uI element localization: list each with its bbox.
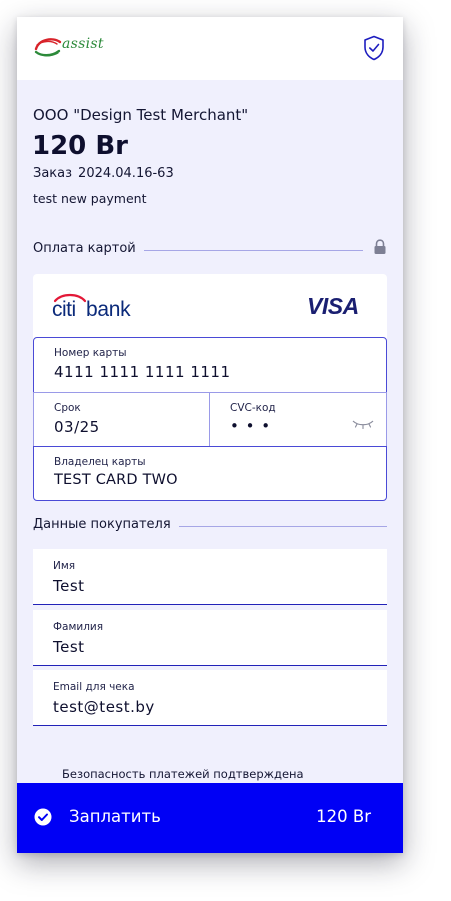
order-description: test new payment — [33, 191, 147, 206]
card-section-title: Оплата картой — [33, 241, 144, 256]
shield-check-icon — [364, 35, 384, 61]
cvc-field[interactable]: CVC-код • • • — [209, 392, 387, 447]
lock-icon — [374, 239, 386, 254]
svg-text:bank: bank — [86, 298, 131, 320]
pay-button-amount: 120 Br — [316, 807, 371, 826]
card-form: citi bank VISA Номер карты 4111 1111 111… — [33, 274, 387, 501]
cardholder-field[interactable]: Владелец карты TEST CARD TWO — [33, 446, 387, 501]
buyer-section-title: Данные покупателя — [33, 517, 179, 532]
cardholder-value[interactable]: TEST CARD TWO — [54, 472, 178, 488]
expiry-field[interactable]: Срок 03/25 — [33, 392, 210, 447]
expiry-value[interactable]: 03/25 — [54, 418, 100, 436]
assist-logo-mark — [34, 38, 62, 57]
card-number-label: Номер карты — [54, 347, 127, 359]
section-divider — [175, 526, 387, 527]
payment-page: assist ООО "Design Test Merchant" 120 Br… — [17, 17, 403, 853]
check-circle-icon — [34, 808, 52, 826]
cvc-value[interactable]: • • • — [230, 417, 271, 435]
merchant-name: ООО "Design Test Merchant" — [33, 106, 249, 124]
citibank-logo: citi bank — [52, 293, 131, 320]
order-number: 2024.04.16-63 — [78, 166, 174, 181]
assist-logo: assist — [33, 33, 123, 61]
eye-closed-icon[interactable] — [352, 419, 374, 429]
svg-text:citi: citi — [52, 298, 76, 320]
order-amount: 120 Br — [32, 131, 128, 161]
first-name-value[interactable]: Test — [53, 577, 85, 595]
security-note: Безопасность платежей подтверждена — [62, 767, 304, 781]
email-field[interactable]: Email для чека test@test.by — [33, 670, 387, 726]
visa-logo: VISA — [307, 293, 359, 317]
pay-button[interactable]: Заплатить 120 Br — [17, 783, 403, 853]
email-label: Email для чека — [53, 681, 135, 693]
first-name-field[interactable]: Имя Test — [33, 549, 387, 605]
email-value[interactable]: test@test.by — [53, 698, 155, 716]
card-number-field[interactable]: Номер карты 4111 1111 1111 1111 — [33, 337, 387, 393]
svg-text:VISA: VISA — [307, 293, 359, 317]
first-name-label: Имя — [53, 560, 76, 572]
card-fields: Номер карты 4111 1111 1111 1111 Срок 03/… — [33, 337, 387, 501]
cvc-label: CVC-код — [230, 402, 276, 414]
logo-wordmark: assist — [62, 36, 104, 52]
last-name-field[interactable]: Фамилия Test — [33, 610, 387, 666]
card-number-value[interactable]: 4111 1111 1111 1111 — [54, 363, 231, 381]
expiry-label: Срок — [54, 402, 81, 414]
last-name-label: Фамилия — [53, 621, 104, 633]
cardholder-label: Владелец карты — [54, 456, 146, 468]
header-bar: assist — [17, 17, 403, 80]
pay-button-label: Заплатить — [69, 807, 161, 826]
section-divider — [139, 250, 363, 251]
order-label: Заказ — [33, 166, 73, 181]
order-info: Заказ 2024.04.16-63 — [33, 166, 174, 181]
last-name-value[interactable]: Test — [53, 638, 85, 656]
